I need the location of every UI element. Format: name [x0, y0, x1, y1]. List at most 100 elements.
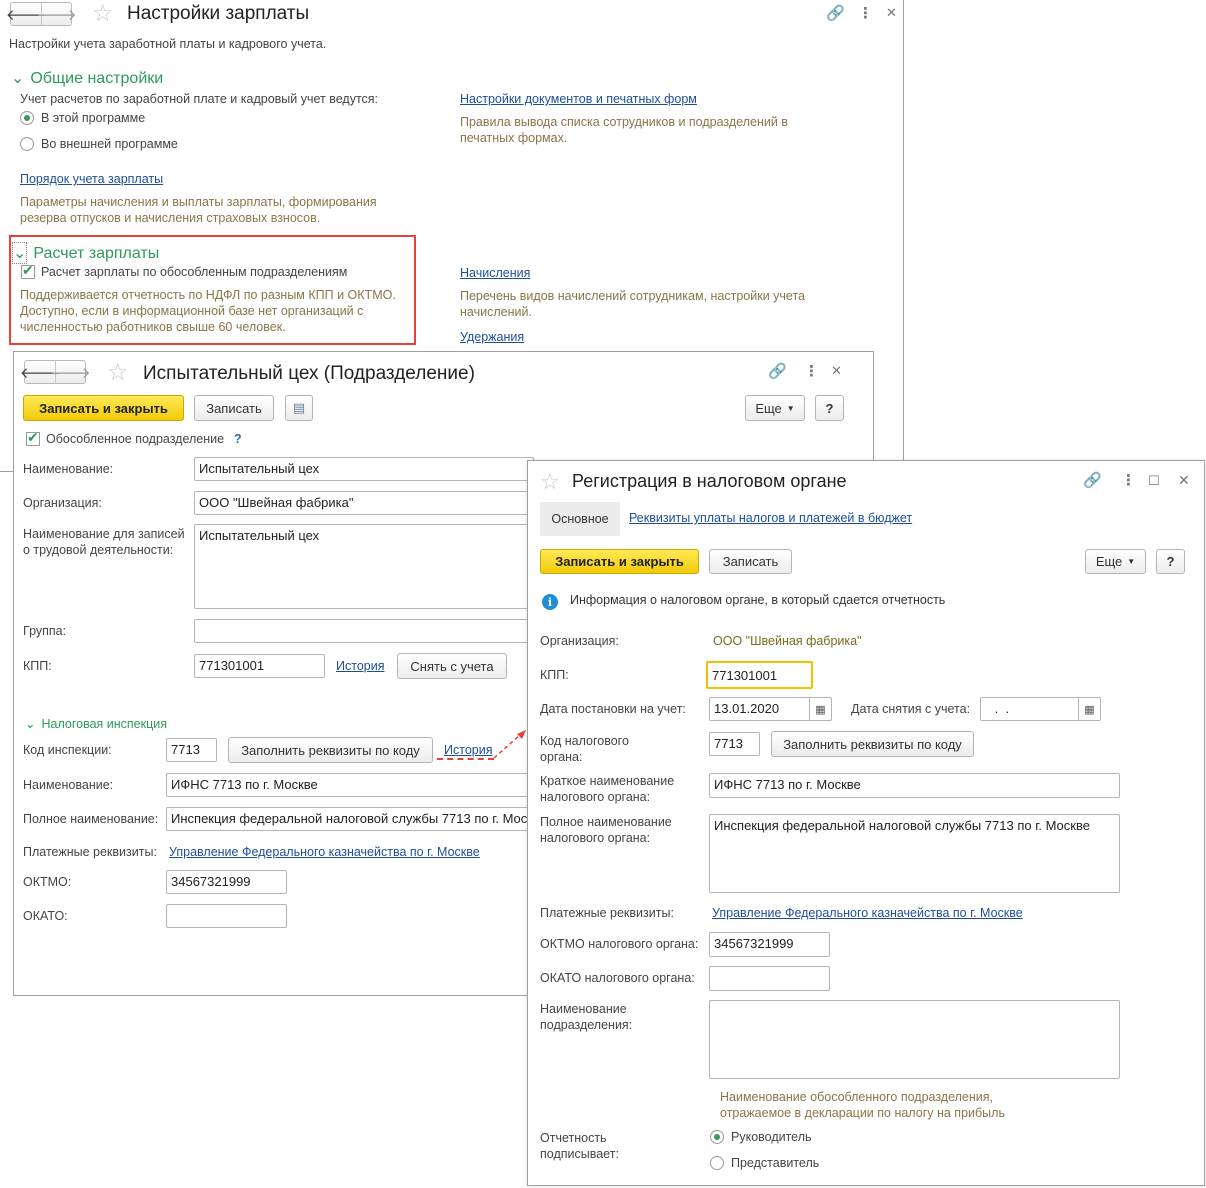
fill-by-code-button[interactable]: Заполнить реквизиты по коду — [771, 731, 974, 757]
radio-this-program[interactable] — [20, 111, 34, 125]
payroll-by-division-checkbox[interactable] — [21, 262, 35, 279]
settings-subtitle: Настройки учета заработной платы и кадро… — [9, 37, 327, 51]
link-icon[interactable]: 🔗 — [768, 364, 787, 380]
full-name-input[interactable]: Инспекция федеральной налоговой службы 7… — [166, 807, 534, 831]
group-label: Группа: — [23, 624, 67, 638]
inspection-name-input[interactable]: ИФНС 7713 по г. Москве — [166, 773, 534, 797]
save-close-button[interactable]: Записать и закрыть — [23, 395, 184, 421]
division-name-input[interactable] — [709, 1000, 1120, 1079]
favorite-star-icon[interactable]: ☆ — [107, 361, 129, 385]
kpp-label: КПП: — [540, 668, 569, 682]
close-icon[interactable]: ✕ — [886, 5, 897, 21]
radio-external-label: Во внешней программе — [41, 137, 178, 151]
division-name-label: Наименование подразделения: — [540, 1002, 633, 1032]
more-menu-icon[interactable]: ⋮ — [804, 364, 819, 380]
radio-signer-rep[interactable] — [710, 1156, 724, 1170]
close-icon[interactable]: ✕ — [831, 363, 842, 379]
full-name-input[interactable]: Инспекция федеральной налоговой службы 7… — [709, 814, 1120, 893]
help-button[interactable]: ? — [1156, 549, 1185, 574]
save-close-button[interactable]: Записать и закрыть — [540, 549, 699, 574]
link-icon[interactable]: 🔗 — [826, 6, 845, 22]
kpp-input[interactable]: 771301001 — [706, 661, 813, 689]
general-section-header[interactable]: ⌄ Общие настройки — [11, 68, 163, 88]
info-icon: i — [542, 594, 558, 610]
calendar-icon[interactable]: ▦ — [1078, 698, 1100, 720]
payroll-hint: Поддерживается отчетность по НДФЛ по раз… — [20, 288, 396, 334]
short-name-label: Краткое наименование налогового органа: — [540, 774, 675, 804]
forward-arrow-icon[interactable]: 🡒 — [50, 361, 91, 383]
maximize-icon[interactable]: ☐ — [1148, 473, 1160, 489]
dereg-date-input[interactable]: . . ▦ — [980, 697, 1101, 721]
tab-main[interactable]: Основное — [540, 502, 620, 536]
accruals-link[interactable]: Начисления — [460, 266, 530, 280]
more-menu-icon[interactable]: ⋮ — [858, 6, 873, 22]
more-button[interactable]: Еще ▼ — [1085, 549, 1146, 574]
deregister-button[interactable]: Снять с учета — [397, 653, 507, 679]
settings-title: Настройки зарплаты — [127, 3, 310, 24]
division-name-hint: Наименование обособленного подразделения… — [720, 1090, 1005, 1120]
name-label: Наименование: — [23, 462, 114, 476]
tab-payments[interactable]: Реквизиты уплаты налогов и платежей в бю… — [629, 511, 912, 525]
chevron-down-icon: ⌄ — [12, 242, 28, 264]
fill-by-code-button[interactable]: Заполнить реквизиты по коду — [228, 737, 433, 763]
inspection-code-label: Код инспекции: — [23, 743, 112, 757]
chevron-down-icon: ⌄ — [25, 717, 36, 731]
kpp-label: КПП: — [23, 659, 52, 673]
help-button[interactable]: ? — [815, 395, 844, 421]
connector-arrow — [493, 730, 526, 759]
link-icon[interactable]: 🔗 — [1083, 473, 1102, 489]
oktmo-label: ОКТМО: — [23, 875, 72, 889]
registration-title: Регистрация в налоговом органе — [572, 471, 847, 491]
reg-date-input[interactable]: 13.01.2020 ▦ — [709, 697, 832, 721]
oktmo-input[interactable]: 34567321999 — [166, 870, 287, 894]
kpp-input[interactable]: 771301001 — [194, 654, 325, 678]
okato-input[interactable] — [709, 966, 830, 991]
reg-date-label: Дата постановки на учет: — [540, 702, 686, 716]
separate-division-checkbox[interactable] — [26, 429, 40, 446]
save-button[interactable]: Записать — [709, 549, 792, 574]
accounting-question: Учет расчетов по заработной плате и кадр… — [20, 92, 379, 106]
payroll-section-header[interactable]: ⌄ Расчет зарплаты — [12, 242, 159, 264]
inspection-history-link[interactable]: История — [444, 743, 492, 757]
list-icon[interactable]: ▤ — [285, 395, 313, 421]
favorite-star-icon[interactable]: ☆ — [92, 2, 114, 26]
salary-order-link[interactable]: Порядок учета зарплаты — [20, 172, 163, 186]
calendar-icon[interactable]: ▦ — [809, 698, 831, 720]
labor-name-input[interactable]: Испытательный цех — [194, 524, 534, 609]
radio-signer-head-label: Руководитель — [731, 1130, 812, 1144]
org-input[interactable]: ООО "Швейная фабрика" — [194, 491, 534, 515]
group-input[interactable] — [194, 619, 534, 643]
nav-buttons: 🡐 🡒 — [20, 360, 91, 384]
payroll-by-division-label: Расчет зарплаты по обособленным подразде… — [41, 265, 348, 279]
org-value: ООО "Швейная фабрика" — [713, 634, 862, 648]
more-button[interactable]: Еще ▼ — [745, 395, 805, 421]
oktmo-input[interactable]: 34567321999 — [709, 932, 830, 957]
close-icon[interactable]: ✕ — [1178, 472, 1190, 488]
short-name-input[interactable]: ИФНС 7713 по г. Москве — [709, 773, 1120, 798]
accruals-hint: Перечень видов начислений сотрудникам, н… — [460, 289, 806, 319]
radio-external-program[interactable] — [20, 137, 34, 151]
more-menu-icon[interactable]: ⋮ — [1121, 473, 1136, 489]
payment-link[interactable]: Управление Федерального казначейства по … — [169, 845, 480, 859]
okato-label: ОКАТО налогового органа: — [540, 971, 695, 985]
okato-label: ОКАТО: — [23, 909, 68, 923]
code-input[interactable]: 7713 — [709, 732, 760, 756]
inspection-code-input[interactable]: 7713 — [166, 738, 217, 762]
separate-division-help-icon[interactable]: ? — [234, 432, 242, 446]
name-input[interactable]: Испытательный цех — [194, 457, 534, 481]
forward-arrow-icon[interactable]: 🡒 — [36, 3, 77, 25]
radio-signer-head[interactable] — [710, 1130, 724, 1144]
save-button[interactable]: Записать — [194, 395, 274, 421]
favorite-star-icon[interactable]: ☆ — [540, 470, 560, 494]
payment-link[interactable]: Управление Федерального казначейства по … — [712, 906, 1023, 920]
docs-settings-link[interactable]: Настройки документов и печатных форм — [460, 92, 697, 106]
dereg-date-label: Дата снятия с учета: — [851, 702, 971, 716]
history-highlight-underline — [437, 758, 494, 760]
payment-label: Платежные реквизиты: — [540, 906, 674, 920]
okato-input[interactable] — [166, 904, 287, 928]
kpp-history-link[interactable]: История — [336, 659, 384, 673]
org-label: Организация: — [540, 634, 619, 648]
chevron-down-icon: ▼ — [786, 403, 795, 413]
deductions-link[interactable]: Удержания — [460, 330, 524, 344]
tax-inspection-section-header[interactable]: ⌄ Налоговая инспекция — [25, 716, 167, 731]
